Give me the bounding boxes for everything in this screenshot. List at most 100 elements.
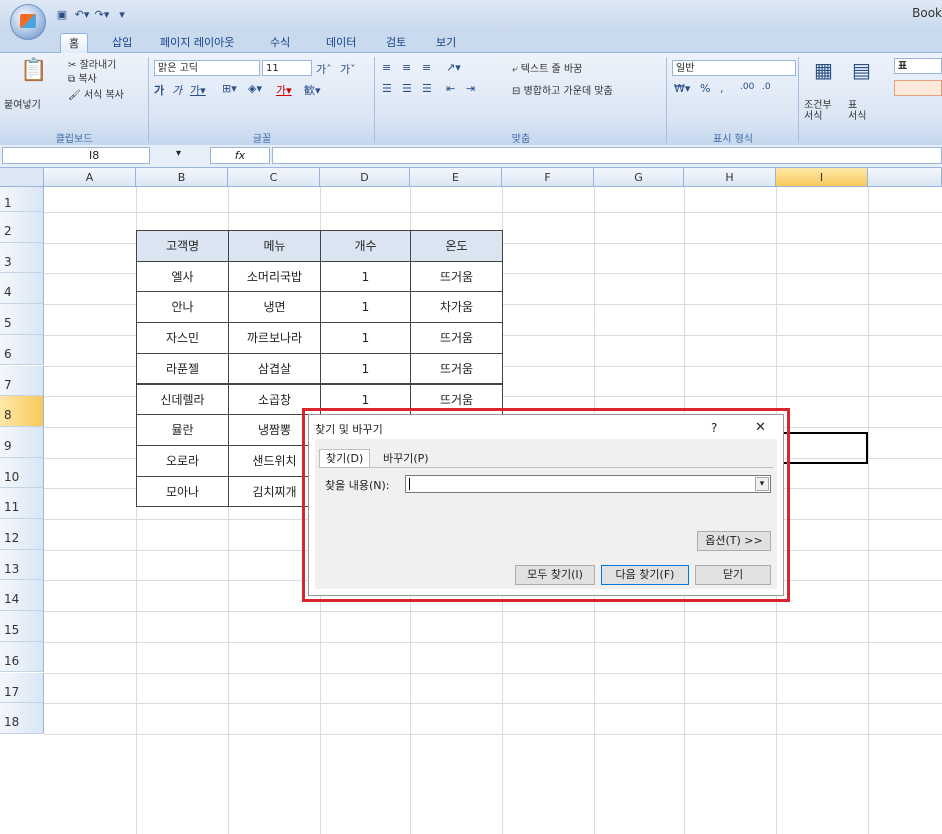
decrease-decimal-icon[interactable]: .0 — [762, 82, 771, 92]
underline-icon[interactable]: 가▾ — [190, 82, 206, 98]
conditional-format-icon[interactable]: ▦ — [814, 58, 833, 82]
undo-icon[interactable]: ↶▾ — [74, 8, 90, 22]
table-header-cell[interactable]: 개수 — [320, 230, 411, 262]
close-button[interactable]: 닫기 — [695, 565, 771, 585]
column-header-J[interactable] — [868, 168, 942, 187]
tab-page-layout[interactable]: 페이지 레이아웃 — [152, 33, 242, 52]
format-painter-button[interactable]: 🖌 서식 복사 — [68, 86, 124, 101]
table-cell[interactable]: 차가움 — [410, 291, 503, 324]
options-button[interactable]: 옵션(T) >> — [697, 531, 771, 551]
font-color-icon[interactable]: 가▾ — [276, 82, 292, 98]
column-header-A[interactable]: A — [44, 168, 136, 187]
find-history-dropdown-icon[interactable]: ▾ — [755, 477, 769, 491]
name-box-dropdown-icon[interactable]: ▾ — [176, 148, 181, 159]
column-header-B[interactable]: B — [136, 168, 228, 187]
phonetic-icon[interactable]: 歓▾ — [304, 82, 321, 98]
row-header-8[interactable]: 8 — [0, 396, 44, 427]
table-cell[interactable]: 뮬란 — [136, 414, 229, 446]
align-top-icon[interactable]: ≡ — [382, 61, 391, 74]
tab-replace[interactable]: 바꾸기(P) — [377, 451, 435, 467]
border-icon[interactable]: ⊞▾ — [222, 82, 237, 95]
currency-icon[interactable]: ₩▾ — [674, 82, 690, 95]
table-cell[interactable]: 1 — [320, 260, 411, 293]
row-header-17[interactable]: 17 — [0, 672, 44, 704]
table-cell[interactable]: 라푼젤 — [136, 352, 229, 385]
insert-function-button[interactable]: fx — [210, 147, 270, 164]
align-right-icon[interactable]: ☰ — [422, 82, 432, 95]
copy-button[interactable]: ⧉ 복사 — [68, 70, 97, 85]
fill-color-icon[interactable]: ◈▾ — [248, 82, 262, 95]
table-cell[interactable]: 오로라 — [136, 444, 229, 477]
column-header-E[interactable]: E — [410, 168, 502, 187]
table-cell[interactable]: 자스민 — [136, 322, 229, 354]
row-header-2[interactable]: 2 — [0, 212, 44, 243]
table-header-cell[interactable]: 고객명 — [136, 230, 229, 262]
percent-icon[interactable]: % — [700, 82, 710, 95]
redo-icon[interactable]: ↷▾ — [94, 8, 110, 22]
row-header-13[interactable]: 13 — [0, 549, 44, 581]
number-format-select[interactable]: 일반 — [672, 60, 796, 76]
paste-button[interactable]: 붙여넣기 — [4, 96, 41, 111]
row-header-5[interactable]: 5 — [0, 304, 44, 335]
row-header-1[interactable]: 1 — [0, 187, 44, 212]
tab-view[interactable]: 보기 — [428, 33, 464, 52]
tab-review[interactable]: 검토 — [378, 33, 414, 52]
paste-icon[interactable]: 📋 — [20, 58, 47, 83]
close-icon[interactable]: ✕ — [755, 420, 766, 435]
row-header-10[interactable]: 10 — [0, 457, 44, 489]
row-header-18[interactable]: 18 — [0, 703, 44, 734]
row-header-11[interactable]: 11 — [0, 488, 44, 519]
row-header-3[interactable]: 3 — [0, 242, 44, 274]
row-header-6[interactable]: 6 — [0, 334, 44, 366]
table-cell[interactable]: 뜨거움 — [410, 322, 503, 354]
table-cell[interactable]: 1 — [320, 322, 411, 354]
column-header-D[interactable]: D — [320, 168, 410, 187]
align-bottom-icon[interactable]: ≡ — [422, 61, 431, 74]
format-table-button[interactable]: 표 서식 — [848, 100, 866, 122]
table-cell[interactable]: 삼겹살 — [228, 352, 321, 385]
conditional-format-button[interactable]: 조건부 서식 — [804, 100, 832, 122]
column-header-F[interactable]: F — [502, 168, 594, 187]
font-name-select[interactable]: 맑은 고딕 — [154, 60, 260, 76]
column-header-G[interactable]: G — [594, 168, 684, 187]
cell-style-preview[interactable]: 표 — [894, 58, 942, 74]
table-cell[interactable]: 소머리국밥 — [228, 260, 321, 293]
align-left-icon[interactable]: ☰ — [382, 82, 392, 95]
font-size-select[interactable]: 11 — [262, 60, 312, 76]
column-header-I[interactable]: I — [776, 168, 868, 187]
align-middle-icon[interactable]: ≡ — [402, 61, 411, 74]
cut-button[interactable]: ✂ 잘라내기 — [68, 56, 116, 71]
tab-home[interactable]: 홈 — [60, 33, 89, 53]
select-all-corner[interactable] — [0, 168, 44, 187]
column-header-C[interactable]: C — [228, 168, 320, 187]
cell-style-preview-2[interactable] — [894, 80, 942, 96]
office-button[interactable] — [10, 4, 46, 40]
table-cell[interactable]: 모아나 — [136, 475, 229, 508]
merge-center-button[interactable]: ⊟ 병합하고 가운데 맞춤 — [512, 82, 613, 97]
name-box[interactable]: I8 — [2, 147, 150, 164]
format-table-icon[interactable]: ▤ — [852, 58, 871, 82]
row-header-14[interactable]: 14 — [0, 580, 44, 612]
increase-indent-icon[interactable]: ⇥ — [466, 82, 475, 95]
tab-data[interactable]: 데이터 — [318, 33, 364, 52]
orientation-icon[interactable]: ↗▾ — [446, 61, 461, 74]
help-button[interactable]: ? — [711, 421, 717, 435]
row-header-4[interactable]: 4 — [0, 273, 44, 305]
table-cell[interactable]: 엘사 — [136, 260, 229, 293]
comma-icon[interactable]: , — [720, 82, 724, 95]
row-header-7[interactable]: 7 — [0, 365, 44, 397]
table-cell[interactable]: 뜨거움 — [410, 352, 503, 385]
find-next-button[interactable]: 다음 찾기(F) — [601, 565, 689, 585]
bold-icon[interactable]: 가 — [154, 82, 164, 98]
row-header-9[interactable]: 9 — [0, 426, 44, 458]
shrink-font-icon[interactable]: 가ˇ — [340, 61, 356, 77]
customize-qat-icon[interactable]: ▾ — [114, 8, 130, 22]
table-cell[interactable]: 신데렐라 — [136, 383, 229, 416]
align-center-icon[interactable]: ☰ — [402, 82, 412, 95]
decrease-indent-icon[interactable]: ⇤ — [446, 82, 455, 95]
row-header-12[interactable]: 12 — [0, 519, 44, 550]
tab-insert[interactable]: 삽입 — [104, 33, 140, 52]
tab-formulas[interactable]: 수식 — [262, 33, 298, 52]
find-all-button[interactable]: 모두 찾기(I) — [515, 565, 595, 585]
table-cell[interactable]: 안나 — [136, 291, 229, 324]
